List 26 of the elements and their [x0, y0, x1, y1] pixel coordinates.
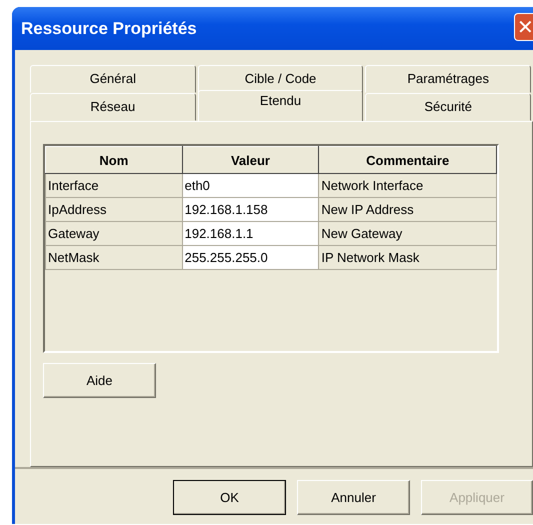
help-button[interactable]: Aide — [43, 363, 156, 398]
tab[interactable]: Paramétrages — [365, 65, 532, 93]
table-cell: IpAddress — [46, 198, 182, 222]
close-button[interactable]: ✕ — [514, 12, 533, 40]
table-cell[interactable]: 255.255.255.0 — [182, 246, 319, 270]
table-cell[interactable]: 192.168.1.1 — [182, 222, 319, 246]
table-cell: IP Network Mask — [318, 246, 496, 270]
dialog-button[interactable]: OK — [173, 480, 286, 515]
tab[interactable]: Sécurité — [365, 93, 532, 121]
dialog-button[interactable]: Annuler — [297, 480, 410, 515]
table-cell: New Gateway — [318, 222, 496, 246]
table-cell: NetMask — [46, 246, 182, 270]
table-cell[interactable]: eth0 — [182, 174, 319, 198]
column-header[interactable]: Nom — [46, 146, 182, 174]
table-cell: Network Interface — [318, 174, 496, 198]
table-cell[interactable]: 192.168.1.158 — [182, 198, 319, 222]
window-title: Ressource Propriétés — [21, 18, 197, 38]
table-cell: Gateway — [46, 222, 182, 246]
tab[interactable]: Etendu — [198, 90, 364, 121]
column-header[interactable]: Commentaire — [318, 146, 496, 174]
tab[interactable]: Réseau — [30, 93, 196, 121]
tab[interactable]: Cible / Code — [198, 65, 364, 93]
table-cell: Interface — [46, 174, 182, 198]
tab[interactable]: Général — [30, 65, 196, 93]
column-header[interactable]: Valeur — [182, 146, 319, 174]
table-cell: New IP Address — [318, 198, 496, 222]
